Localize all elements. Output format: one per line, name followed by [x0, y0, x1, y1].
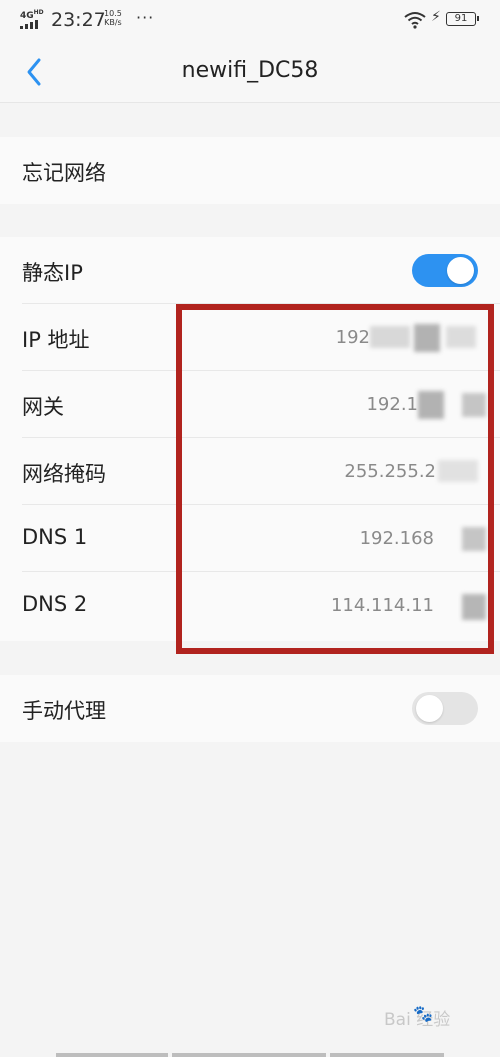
status-time: 23:27: [51, 9, 106, 31]
more-notifications-icon: ···: [136, 8, 155, 27]
dns1-label: DNS 1: [22, 525, 88, 549]
forget-network-row[interactable]: 忘记网络: [0, 137, 500, 204]
manual-proxy-label: 手动代理: [22, 699, 106, 723]
charging-icon: ⚡: [431, 9, 441, 25]
ip-address-label: IP 地址: [22, 328, 90, 352]
dns2-label: DNS 2: [22, 592, 88, 616]
static-ip-label: 静态IP: [22, 261, 83, 285]
toggle-knob: [447, 257, 474, 284]
static-ip-row: 静态IP: [0, 237, 500, 304]
wifi-icon: [404, 12, 426, 29]
gateway-label: 网关: [22, 395, 64, 419]
battery-icon: 91: [446, 12, 479, 26]
bottom-strip: [330, 1053, 444, 1057]
toggle-knob: [416, 695, 443, 722]
page-title: newifi_DC58: [181, 58, 319, 83]
bottom-strip: [56, 1053, 168, 1057]
forget-network-group: 忘记网络: [0, 137, 500, 204]
signal-icon: [20, 19, 42, 29]
nav-bar: newifi_DC58: [0, 42, 500, 103]
paw-logo-icon: 🐾: [413, 1004, 433, 1023]
manual-proxy-toggle[interactable]: [412, 692, 478, 725]
proxy-group: 手动代理: [0, 675, 500, 742]
subnet-mask-label: 网络掩码: [22, 462, 106, 486]
manual-proxy-row: 手动代理: [0, 675, 500, 742]
annotation-highlight-box: [176, 304, 494, 654]
forget-network-label: 忘记网络: [22, 161, 106, 185]
status-bar: 4GHD 23:27 10.5 KB/s ··· ⚡ 91: [0, 0, 500, 42]
static-ip-toggle[interactable]: [412, 254, 478, 287]
bottom-strip: [172, 1053, 326, 1057]
network-speed: 10.5 KB/s: [104, 9, 122, 27]
